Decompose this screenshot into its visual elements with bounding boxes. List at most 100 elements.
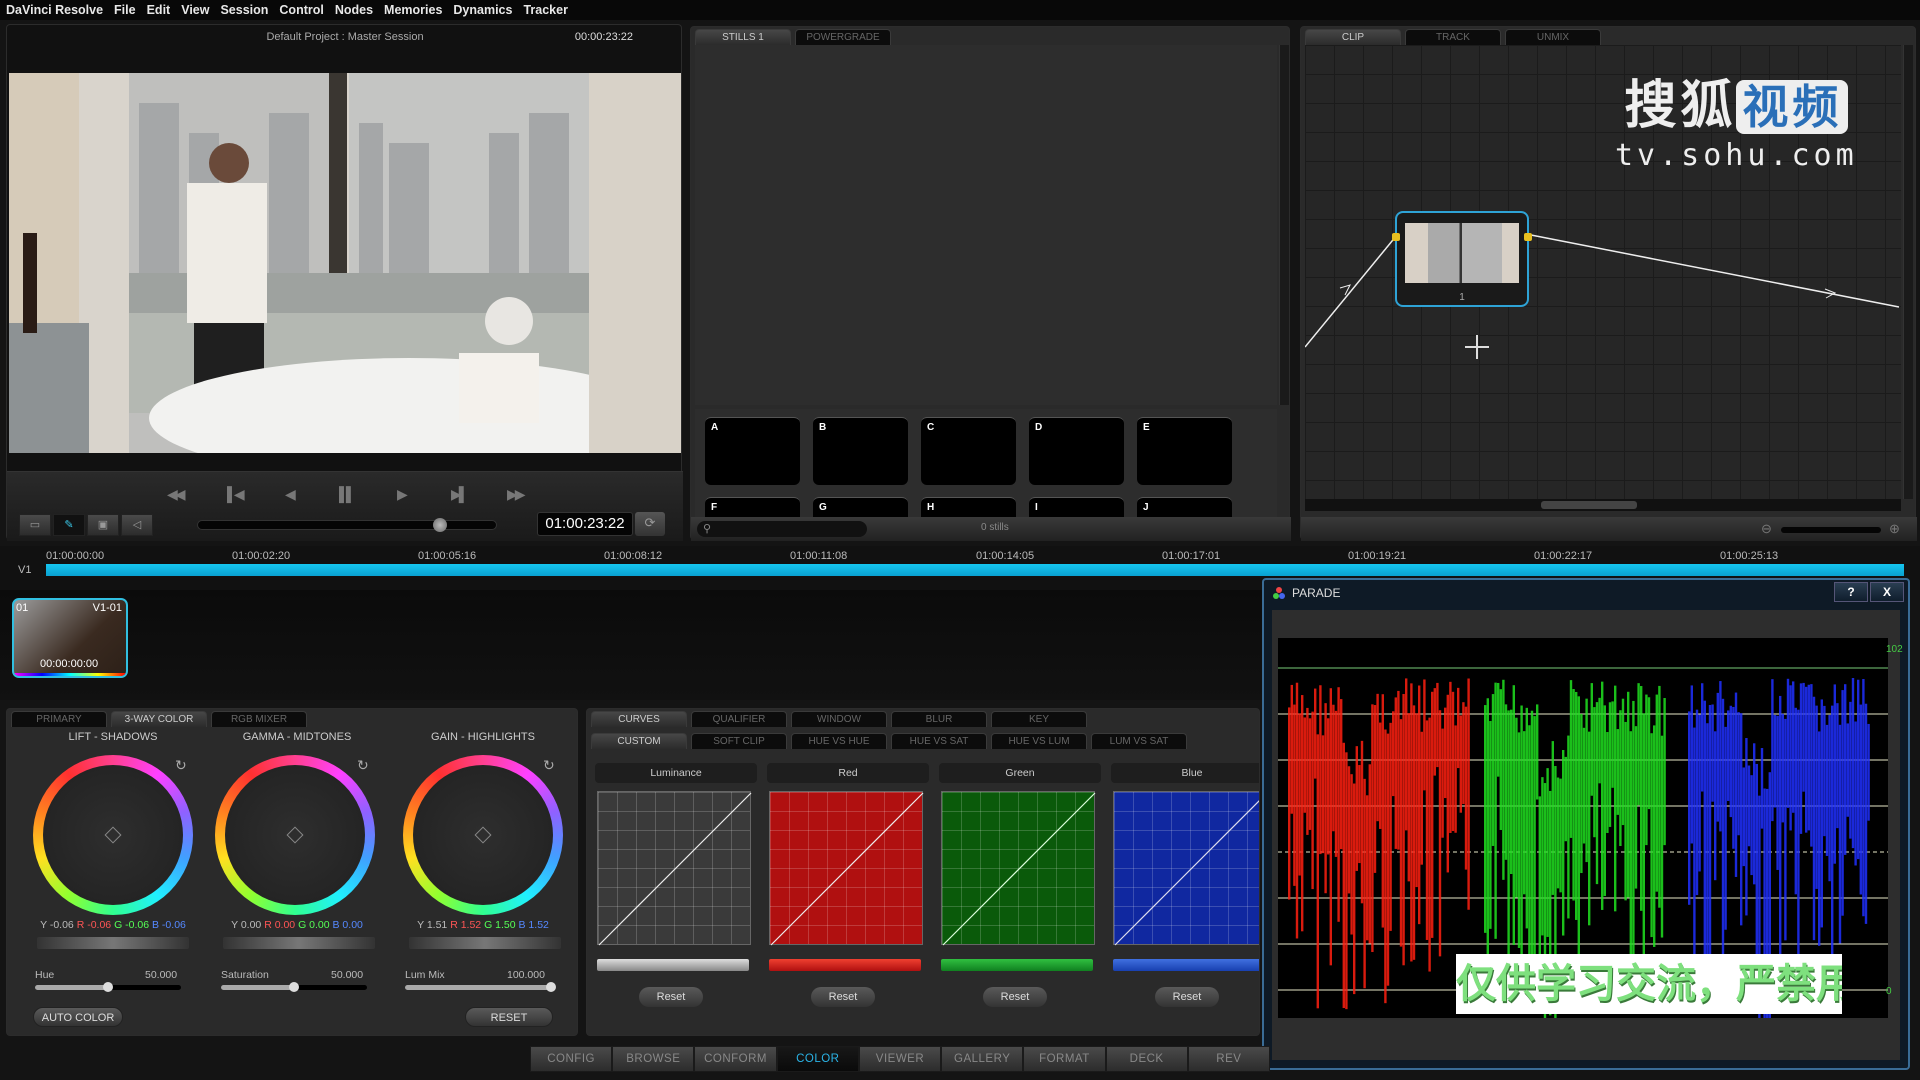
memory-slot-j[interactable]: J (1137, 497, 1232, 517)
tab-track[interactable]: TRACK (1405, 29, 1501, 45)
tab-primary[interactable]: PRIMARY (11, 711, 107, 727)
gamma-reset-icon[interactable]: ↻ (357, 757, 369, 774)
page-tab-color[interactable]: COLOR (776, 1046, 859, 1072)
menu-file[interactable]: File (114, 3, 136, 17)
tab-stills-1[interactable]: STILLS 1 (695, 29, 791, 45)
luminance-reset-button[interactable]: Reset (639, 987, 703, 1007)
scrub-handle[interactable] (432, 518, 447, 532)
stills-scrollbar[interactable] (1279, 45, 1289, 405)
menu-dynamics[interactable]: Dynamics (453, 3, 512, 17)
luminance-curve[interactable] (597, 791, 752, 946)
close-button[interactable]: X (1870, 582, 1904, 602)
pause-icon[interactable]: ▌▌ (339, 486, 356, 502)
menu-session[interactable]: Session (220, 3, 268, 17)
gamma-master-wheel[interactable] (223, 937, 375, 949)
scrub-bar[interactable] (197, 518, 497, 532)
lum-mix-slider[interactable] (405, 982, 556, 992)
viewer-mode-button[interactable]: ▭ (19, 514, 51, 536)
tab-hue-vs-hue[interactable]: HUE VS HUE (791, 733, 887, 749)
blue-range-bar[interactable] (1113, 959, 1259, 971)
lift-wheel[interactable] (33, 755, 193, 915)
memory-slot-i[interactable]: I (1029, 497, 1124, 517)
node-1[interactable]: 1 (1392, 211, 1532, 307)
stills-area[interactable] (695, 45, 1277, 405)
rewind-icon[interactable]: ◀◀ (167, 486, 185, 503)
zoom-out-icon[interactable]: ⊖ (1761, 521, 1772, 537)
page-tab-rev[interactable]: REV (1187, 1046, 1270, 1072)
tab-lum-vs-sat[interactable]: LUM VS SAT (1091, 733, 1187, 749)
menu-nodes[interactable]: Nodes (335, 3, 373, 17)
blue-reset-button[interactable]: Reset (1155, 987, 1219, 1007)
gain-master-wheel[interactable] (409, 937, 561, 949)
timeline-ruler[interactable]: 01:00:00:00 01:00:02:20 01:00:05:16 01:00:0… (46, 550, 1906, 564)
page-tab-conform[interactable]: CONFORM (694, 1046, 777, 1072)
tab-curves[interactable]: CURVES (591, 711, 687, 727)
red-reset-button[interactable]: Reset (811, 987, 875, 1007)
tab-blur[interactable]: BLUR (891, 711, 987, 727)
saturation-slider[interactable] (221, 982, 367, 992)
lum-mix-value[interactable]: 100.000 (507, 969, 545, 981)
node-hscrollbar[interactable] (1305, 499, 1901, 511)
app-name[interactable]: DaVinci Resolve (6, 3, 103, 17)
memory-slot-e[interactable]: E (1137, 417, 1232, 485)
blue-curve[interactable] (1113, 791, 1259, 946)
node-output-port[interactable] (1524, 233, 1532, 241)
page-tab-deck[interactable]: DECK (1105, 1046, 1188, 1072)
node-vscrollbar[interactable] (1903, 45, 1913, 499)
play-reverse-icon[interactable]: ◀ (285, 486, 296, 503)
fast-forward-icon[interactable]: ▶▶ (507, 486, 525, 503)
tab-key[interactable]: KEY (991, 711, 1087, 727)
saturation-value[interactable]: 50.000 (331, 969, 363, 981)
tab-3-way-color[interactable]: 3-WAY COLOR (111, 711, 207, 727)
green-reset-button[interactable]: Reset (983, 987, 1047, 1007)
timeline-track[interactable] (46, 564, 1904, 576)
lift-master-wheel[interactable] (37, 937, 189, 949)
gain-crosshair[interactable] (474, 826, 492, 844)
clip-thumbnail[interactable]: 01 V1-01 00:00:00:00 (12, 598, 128, 678)
page-tab-viewer[interactable]: VIEWER (858, 1046, 942, 1072)
page-tab-format[interactable]: FORMAT (1023, 1046, 1106, 1072)
tab-hue-vs-sat[interactable]: HUE VS SAT (891, 733, 987, 749)
gain-reset-icon[interactable]: ↻ (543, 757, 555, 774)
node-zoom-slider[interactable] (1781, 527, 1881, 533)
memory-slot-h[interactable]: H (921, 497, 1016, 517)
luminance-range-bar[interactable] (597, 959, 749, 971)
memory-slot-f[interactable]: F (705, 497, 800, 517)
lum-mix-slider-handle[interactable] (546, 982, 556, 992)
memory-slot-a[interactable]: A (705, 417, 800, 485)
reset-button[interactable]: RESET (465, 1007, 553, 1027)
timecode-display[interactable]: 01:00:23:22 (537, 512, 633, 536)
hue-value[interactable]: 50.000 (145, 969, 177, 981)
monitor-button[interactable]: ▣ (87, 514, 119, 536)
lift-crosshair[interactable] (104, 826, 122, 844)
audio-button[interactable]: ◁ (121, 514, 153, 536)
menu-view[interactable]: View (181, 3, 209, 17)
gain-wheel[interactable] (403, 755, 563, 915)
tab-clip[interactable]: CLIP (1305, 29, 1401, 45)
menu-tracker[interactable]: Tracker (523, 3, 567, 17)
gamma-wheel[interactable] (215, 755, 375, 915)
gamma-crosshair[interactable] (286, 826, 304, 844)
hue-slider-handle[interactable] (103, 982, 113, 992)
red-range-bar[interactable] (769, 959, 921, 971)
menu-edit[interactable]: Edit (147, 3, 171, 17)
saturation-slider-handle[interactable] (289, 982, 299, 992)
red-curve[interactable] (769, 791, 924, 946)
node-hscroll-thumb[interactable] (1541, 501, 1637, 509)
tab-hue-vs-lum[interactable]: HUE VS LUM (991, 733, 1087, 749)
zoom-in-icon[interactable]: ⊕ (1889, 521, 1900, 537)
hue-slider[interactable] (35, 982, 181, 992)
step-back-icon[interactable]: ▌◀ (227, 486, 245, 503)
tab-qualifier[interactable]: QUALIFIER (691, 711, 787, 727)
help-button[interactable]: ? (1834, 582, 1868, 602)
node-canvas[interactable]: 1 搜狐 视频 tv.sohu.com (1305, 45, 1901, 499)
tab-custom[interactable]: CUSTOM (591, 733, 687, 749)
memory-slot-c[interactable]: C (921, 417, 1016, 485)
tab-rgb-mixer[interactable]: RGB MIXER (211, 711, 307, 727)
pen-tool-button[interactable]: ✎ (53, 514, 85, 536)
tab-soft-clip[interactable]: SOFT CLIP (691, 733, 787, 749)
auto-color-button[interactable]: AUTO COLOR (33, 1007, 123, 1027)
video-frame[interactable] (9, 73, 681, 453)
green-range-bar[interactable] (941, 959, 1093, 971)
page-tab-gallery[interactable]: GALLERY (941, 1046, 1024, 1072)
